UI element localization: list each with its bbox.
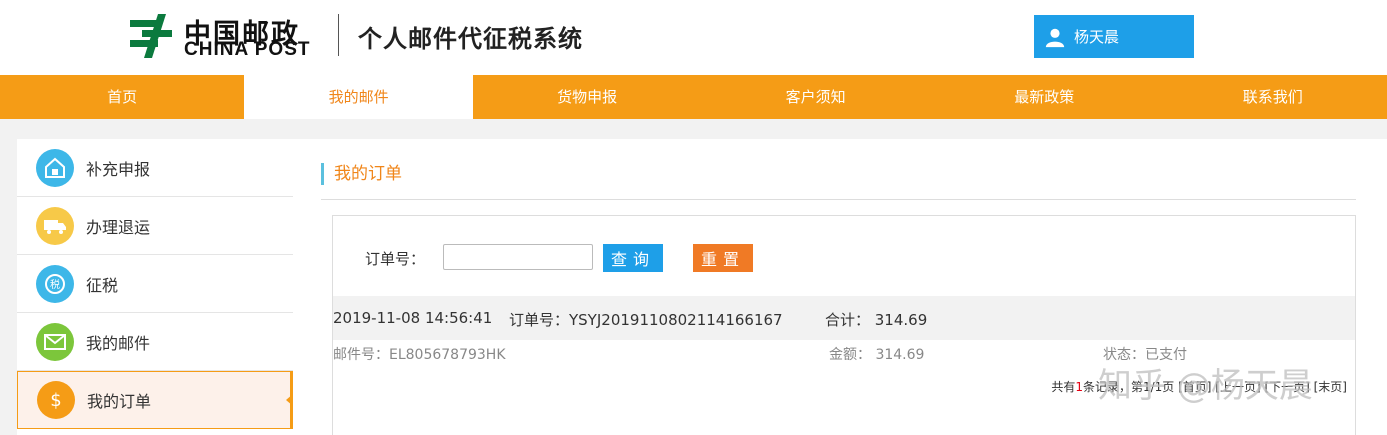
sidebar-item-label: 我的订单 (87, 392, 152, 411)
mail-number: 邮件号：EL805678793HK (333, 347, 506, 363)
sidebar-item-my-mail[interactable]: 我的邮件 (17, 313, 293, 371)
query-button[interactable]: 查询 (603, 244, 663, 272)
order-total: 合计： 314.69 (825, 311, 928, 329)
order-number: 订单号：YSYJ2019110802114166167 (509, 311, 783, 329)
header-divider (338, 14, 339, 56)
sidebar-item-label: 办理退运 (86, 217, 151, 237)
system-title: 个人邮件代征税系统 (358, 25, 583, 53)
nav-item-home[interactable]: 首页 (0, 75, 244, 119)
watermark: 知乎 @杨天晨 (1098, 366, 1313, 406)
main-nav: 首页 我的邮件 货物申报 客户须知 最新政策 联系我们 (0, 75, 1387, 119)
nav-item-latest-policy[interactable]: 最新政策 (930, 75, 1159, 119)
nav-item-contact-us[interactable]: 联系我们 (1158, 75, 1387, 119)
sidebar-item-label: 补充申报 (86, 159, 151, 179)
reset-button[interactable]: 重置 (693, 244, 753, 272)
sidebar-item-tax[interactable]: 税 征税 (17, 255, 293, 313)
title-divider (321, 199, 1356, 200)
record-count: 1 (1075, 380, 1083, 394)
china-post-logo[interactable]: 中国邮政 CHINA POST (128, 12, 318, 62)
sidebar-item-supplementary-declaration[interactable]: 补充申报 (17, 139, 293, 197)
sidebar-item-return[interactable]: 办理退运 (17, 197, 293, 255)
order-number-label: 订单号： (365, 250, 426, 268)
order-number-input[interactable] (443, 244, 593, 270)
nav-item-goods-declaration[interactable]: 货物申报 (473, 75, 702, 119)
sidebar-item-label: 我的邮件 (86, 333, 151, 353)
china-post-logo-icon (130, 14, 172, 58)
sidebar-item-my-orders[interactable]: $ 我的订单 (17, 371, 293, 429)
order-amount: 金额： 314.69 (829, 347, 925, 363)
order-row[interactable]: 2019-11-08 14:56:41 订单号：YSYJ201911080211… (333, 296, 1355, 340)
nav-item-customer-notice[interactable]: 客户须知 (701, 75, 930, 119)
sidebar: 补充申报 办理退运 税 征税 我的邮件 $ 我的订单 (17, 139, 293, 435)
svg-text:税: 税 (50, 278, 60, 291)
user-icon (1045, 28, 1065, 47)
page-title: 我的订单 (321, 163, 402, 185)
tax-icon: 税 (36, 264, 74, 303)
sidebar-item-label: 征税 (86, 275, 119, 295)
truck-icon (36, 206, 74, 245)
nav-item-my-mail[interactable]: 我的邮件 (244, 75, 473, 119)
order-datetime: 2019-11-08 14:56:41 (333, 309, 493, 327)
header: 中国邮政 CHINA POST 个人邮件代征税系统 杨天晨 (0, 0, 1387, 75)
logo-text-en: CHINA POST (184, 39, 311, 60)
house-icon (36, 148, 74, 187)
pagination-prefix: 共有 (1051, 380, 1076, 394)
mail-icon (36, 322, 74, 361)
user-menu[interactable]: 杨天晨 (1034, 15, 1194, 58)
svg-text:$: $ (50, 390, 61, 411)
dollar-icon: $ (37, 381, 75, 419)
user-name: 杨天晨 (1074, 28, 1120, 46)
